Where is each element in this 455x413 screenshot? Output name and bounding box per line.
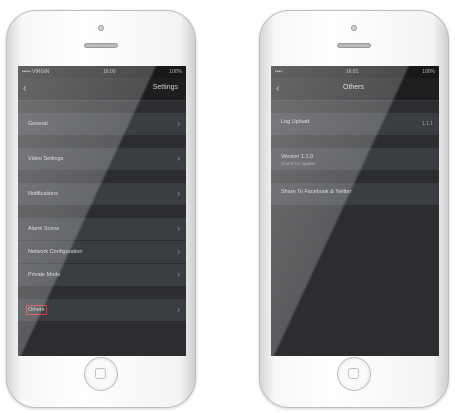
camera-icon [98,25,104,31]
time-label: 16:01 [345,69,359,75]
section-divider [18,206,186,218]
section-divider [18,287,186,299]
menu-item-network-configuration[interactable]: Network Configuration › [18,241,186,264]
earpiece-icon [84,43,118,48]
version-detail: Check for update [281,161,316,166]
log-upload-label: Log Upload [281,119,310,125]
menu-item-label: Network Configuration [28,249,83,255]
right-phone: •••• 16:01 100% ‹ Others Log Upload 1.1.… [259,10,449,408]
share-row[interactable]: Share To Facebook & Twitter [271,183,439,206]
back-icon[interactable]: ‹ [23,83,26,95]
menu-item-private-mode[interactable]: Private Mode › [18,264,186,287]
menu-item-video-settings[interactable]: Video Settings › [18,148,186,171]
menu-item-label-highlighted: Others [26,305,47,315]
menu-item-alarm-scene[interactable]: Alarm Scene › [18,218,186,241]
section-divider [271,101,439,113]
menu-item-label: General [28,121,48,127]
chevron-right-icon: › [177,189,180,198]
share-label: Share To Facebook & Twitter [281,189,352,195]
earpiece-icon [337,43,371,48]
page-title: Others [343,84,365,91]
page-title: Settings [152,84,178,91]
left-phone: ••••• VIRGIN 16:00 100% ‹ Settings Gener… [6,10,196,408]
section-divider [271,136,439,148]
chevron-right-icon: › [177,305,180,314]
home-square-icon [348,368,359,379]
menu-item-label: Private Mode [28,272,61,278]
section-divider [18,171,186,183]
version-label: Version 1.1.0 [281,154,314,160]
home-square-icon [95,368,106,379]
log-upload-value: 1.1.1 [421,121,433,127]
chevron-right-icon: › [177,247,180,256]
version-row[interactable]: Version 1.1.0 Check for update [271,148,439,171]
menu-item-label: Video Settings [28,156,64,162]
section-divider [18,101,186,113]
nav-bar: ‹ Settings [18,78,186,101]
menu-item-others[interactable]: Others › [18,299,186,322]
nav-bar: ‹ Others [271,78,439,101]
left-screen: ••••• VIRGIN 16:00 100% ‹ Settings Gener… [18,66,186,356]
carrier-label: ••••• VIRGIN [22,69,50,75]
time-label: 16:00 [103,69,116,75]
home-button[interactable] [337,357,371,391]
status-bar: •••• 16:01 100% [271,66,439,78]
camera-icon [351,25,357,31]
section-divider [18,136,186,148]
chevron-right-icon: › [177,154,180,163]
log-upload-row[interactable]: Log Upload 1.1.1 [271,113,439,136]
back-icon[interactable]: ‹ [276,83,279,95]
chevron-right-icon: › [177,119,180,128]
menu-item-notifications[interactable]: Notifications › [18,183,186,206]
battery-label: 100% [422,69,435,75]
home-button[interactable] [84,357,118,391]
menu-item-label: Alarm Scene [28,226,60,232]
carrier-label: •••• [275,69,283,75]
chevron-right-icon: › [177,224,180,233]
status-bar: ••••• VIRGIN 16:00 100% [18,66,186,78]
right-screen: •••• 16:01 100% ‹ Others Log Upload 1.1.… [271,66,439,356]
battery-label: 100% [169,69,182,75]
menu-item-label: Notifications [28,191,58,197]
menu-item-general[interactable]: General › [18,113,186,136]
chevron-right-icon: › [177,270,180,279]
section-divider [271,171,439,183]
